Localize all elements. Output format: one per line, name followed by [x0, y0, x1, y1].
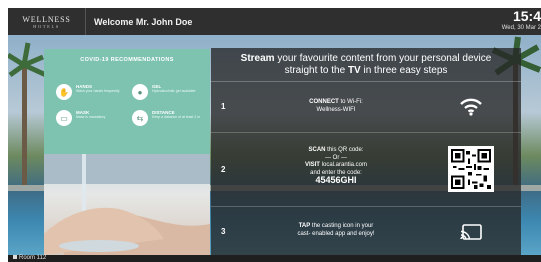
- header-text: your favourite content from your persona…: [274, 52, 492, 64]
- casting-instructions-panel: Stream your favourite content from your …: [211, 48, 521, 260]
- step-number: 3: [221, 227, 226, 236]
- tv-screen: WELLNESS HOTELS Welcome Mr. John Doe 15:…: [8, 8, 541, 262]
- wifi-network-name: Wellness-WIFI: [316, 106, 356, 113]
- covid-item-distance: ⇆ DISTANCE Keep a distance of at least 2…: [132, 110, 207, 132]
- header-text: straight to the: [284, 64, 348, 76]
- header-highlight: Stream: [240, 52, 275, 64]
- covid-item-desc: Wash your hands frequently: [76, 89, 120, 93]
- access-code: 45456GHI: [315, 175, 357, 185]
- step-text: the casting icon in your: [310, 223, 374, 229]
- covid-item-hands: ✋ HANDS Wash your hands frequently: [56, 84, 131, 106]
- step-instructions: TAP the casting icon in your cast- enabl…: [281, 223, 391, 238]
- distance-icon: ⇆: [132, 110, 148, 126]
- step-action: VISIT: [304, 162, 320, 168]
- clock: 15:4 Wed, 30 Mar 2: [502, 9, 541, 32]
- qr-code-icon[interactable]: [448, 146, 494, 192]
- welcome-message: Welcome Mr. John Doe: [94, 16, 193, 27]
- sanitizer-gel-icon: ●: [132, 84, 148, 100]
- cast-icon: [460, 224, 482, 240]
- hand-washing-photo: [44, 154, 210, 255]
- or-separator: — Or —: [325, 154, 347, 161]
- top-bar: WELLNESS HOTELS Welcome Mr. John Doe 15:…: [8, 8, 541, 35]
- hotel-logo: WELLNESS HOTELS: [8, 8, 86, 35]
- header-text: in three easy steps: [360, 64, 448, 76]
- covid-item-desc: Mask is mandatory: [76, 115, 106, 119]
- step-number: 1: [221, 102, 226, 111]
- step-connect-wifi: 1 CONNECT to Wi-Fi: Wellness-WIFI: [211, 82, 521, 132]
- step-instructions: CONNECT to Wi-Fi: Wellness-WIFI: [281, 99, 391, 114]
- step-action: TAP: [298, 223, 311, 229]
- mask-icon: ▭: [56, 110, 72, 126]
- room-indicator: Room 112: [13, 255, 46, 262]
- step-text: this QR code:: [325, 147, 364, 153]
- panel-header: Stream your favourite content from your …: [211, 48, 521, 82]
- brand-subtitle: HOTELS: [33, 23, 60, 29]
- bottom-bar: Room 112: [8, 255, 541, 262]
- brand-name: WELLNESS: [22, 14, 71, 24]
- clock-date: Wed, 30 Mar 2: [501, 25, 541, 31]
- covid-item-desc: Keep a distance of at least 2 m: [152, 115, 201, 119]
- clock-time: 15:4: [512, 8, 541, 24]
- hands-image: [44, 154, 210, 255]
- hand-wash-icon: ✋: [56, 84, 72, 100]
- step-number: 2: [221, 165, 226, 174]
- step-action: SCAN: [308, 147, 326, 153]
- covid-item-desc: Hydroalcoholic gel available: [152, 89, 196, 93]
- wifi-icon: [460, 98, 482, 116]
- step-scan-qr: 2 SCAN this QR code: — Or — VISIT local.…: [211, 132, 521, 206]
- room-icon: [13, 255, 17, 260]
- step-text: cast- enabled app and enjoy!: [297, 230, 375, 237]
- step-text: to Wi-Fi:: [338, 99, 363, 105]
- header-highlight: TV: [347, 64, 361, 76]
- visit-url: local.arantia.com: [319, 162, 368, 168]
- covid-item-gel: ● GEL Hydroalcoholic gel available: [132, 84, 207, 106]
- step-tap-cast: 3 TAP the casting icon in your cast- ena…: [211, 206, 521, 260]
- covid-title: COVID-19 RECOMMENDATIONS: [80, 57, 174, 63]
- covid-item-mask: ▭ MASK Mask is mandatory: [56, 110, 131, 132]
- step-instructions: SCAN this QR code: — Or — VISIT local.ar…: [281, 147, 391, 187]
- step-action: CONNECT: [309, 99, 339, 105]
- covid-recommendations-card: COVID-19 RECOMMENDATIONS ✋ HANDS Wash yo…: [44, 49, 210, 154]
- room-number: Room 112: [19, 255, 47, 261]
- palm-tree-left-image: [8, 42, 48, 185]
